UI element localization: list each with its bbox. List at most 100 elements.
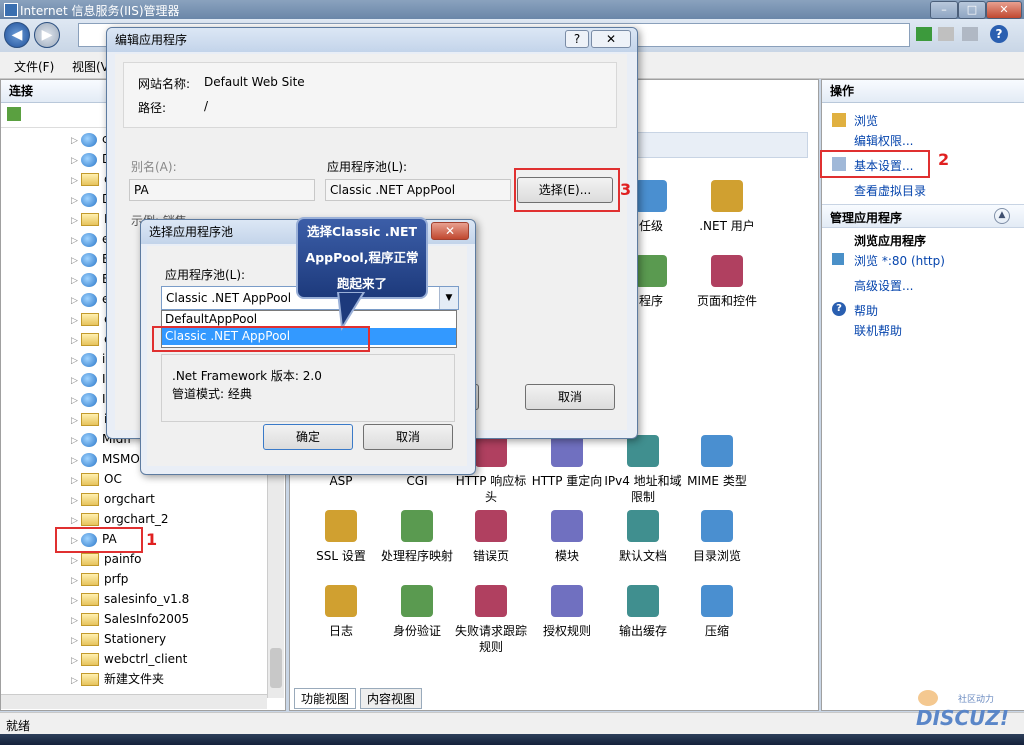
tree-item[interactable]: ▷c <box>71 169 111 189</box>
tree-item[interactable]: ▷ I <box>71 369 106 389</box>
tree-item[interactable]: ▷E <box>71 269 110 289</box>
expand-icon[interactable]: ▷ <box>71 331 81 351</box>
select-cancel-button[interactable]: 取消 <box>363 424 453 450</box>
view-tabs: 功能视图 内容视图 <box>294 688 426 709</box>
feature-item[interactable]: 输出缓存 <box>604 585 682 639</box>
tree-item[interactable]: ▷ orgchart_2 <box>71 509 169 529</box>
action-advanced-settings[interactable]: 高级设置... <box>854 277 913 294</box>
expand-icon[interactable]: ▷ <box>71 391 81 411</box>
expand-icon[interactable]: ▷ <box>71 171 81 191</box>
expand-icon[interactable]: ▷ <box>71 671 81 691</box>
tree-hscrollbar[interactable] <box>1 694 267 709</box>
chevron-down-icon[interactable]: ▼ <box>439 287 458 309</box>
expand-icon[interactable]: ▷ <box>71 651 81 671</box>
expand-icon[interactable]: ▷ <box>71 131 81 151</box>
alias-input[interactable]: PA <box>129 179 315 201</box>
feature-item[interactable]: 压缩 <box>678 585 756 639</box>
menu-file[interactable]: 文件(F) <box>14 58 54 75</box>
forward-icon[interactable]: ▶ <box>34 22 60 48</box>
menu-view[interactable]: 视图(V <box>72 58 109 75</box>
feature-item[interactable]: 目录浏览 <box>678 510 756 564</box>
tree-item[interactable]: ▷ 新建文件夹 <box>71 669 164 689</box>
refresh-icon[interactable] <box>916 27 932 41</box>
tree-item[interactable]: ▷c <box>71 129 109 149</box>
folder-icon <box>81 413 99 426</box>
expand-icon[interactable]: ▷ <box>71 631 81 651</box>
maximize-icon[interactable]: □ <box>958 1 986 19</box>
tree-item[interactable]: ▷ prfp <box>71 569 128 589</box>
tab-content-view[interactable]: 内容视图 <box>360 688 423 709</box>
action-browse-80[interactable]: 浏览 *:80 (http) <box>854 252 945 269</box>
feature-label: 错误页 <box>472 549 509 563</box>
tree-item[interactable]: ▷ MSMO <box>71 449 140 469</box>
feature-item[interactable]: IPv4 地址和域限制 <box>604 435 682 505</box>
back-icon[interactable]: ◀ <box>4 22 30 48</box>
callout-line-2: AppPool,程序正常 <box>305 250 419 265</box>
feature-item[interactable]: 日志 <box>302 585 380 639</box>
expand-icon[interactable]: ▷ <box>71 551 81 571</box>
feature-item[interactable]: 处理程序映射 <box>378 510 456 564</box>
action-help[interactable]: 帮助 <box>854 302 878 319</box>
expand-icon[interactable]: ▷ <box>71 211 81 231</box>
expand-icon[interactable]: ▷ <box>71 191 81 211</box>
expand-icon[interactable]: ▷ <box>71 491 81 511</box>
tree-item[interactable]: ▷ salesinfo_v1.8 <box>71 589 189 609</box>
close-icon[interactable]: ✕ <box>986 1 1022 19</box>
tree-item[interactable]: ▷ Stationery <box>71 629 166 649</box>
expand-icon[interactable]: ▷ <box>71 411 81 431</box>
select-ok-button[interactable]: 确定 <box>263 424 353 450</box>
expand-icon[interactable]: ▷ <box>71 271 81 291</box>
feature-item[interactable]: 失败请求跟踪规则 <box>452 585 530 655</box>
feature-item[interactable]: 默认文档 <box>604 510 682 564</box>
tree-item[interactable]: ▷e <box>71 229 109 249</box>
tree-item[interactable]: ▷i <box>71 349 105 369</box>
feature-item[interactable]: SSL 设置 <box>302 510 380 564</box>
manage-app-section[interactable]: 管理应用程序 ▲ <box>822 204 1024 228</box>
feature-item[interactable]: 页面和控件 <box>688 255 766 309</box>
tree-item[interactable]: ▷ orgchart <box>71 489 155 509</box>
feature-item[interactable]: 身份验证 <box>378 585 456 639</box>
dialog-help-icon[interactable]: ? <box>565 30 589 48</box>
help-icon[interactable]: ? <box>990 25 1008 43</box>
minimize-icon[interactable]: – <box>930 1 958 19</box>
expand-icon[interactable]: ▷ <box>71 431 81 451</box>
tree-item[interactable]: ▷ OC <box>71 469 122 489</box>
dialog-close-icon[interactable]: ✕ <box>591 30 631 48</box>
action-online-help[interactable]: 联机帮助 <box>854 322 902 339</box>
tree-item[interactable]: ▷ I <box>71 389 106 409</box>
select-close-icon[interactable]: ✕ <box>431 222 469 240</box>
expand-icon[interactable]: ▷ <box>71 151 81 171</box>
feature-item[interactable]: MIME 类型 <box>678 435 756 489</box>
connect-icon[interactable] <box>7 107 21 121</box>
feature-item[interactable]: 模块 <box>528 510 606 564</box>
expand-icon[interactable]: ▷ <box>71 471 81 491</box>
expand-icon[interactable]: ▷ <box>71 451 81 471</box>
feature-item[interactable]: 授权规则 <box>528 585 606 639</box>
action-edit-permissions[interactable]: 编辑权限... <box>854 132 913 149</box>
expand-icon[interactable]: ▷ <box>71 571 81 591</box>
expand-icon[interactable]: ▷ <box>71 351 81 371</box>
collapse-icon[interactable]: ▲ <box>994 208 1010 224</box>
feature-item[interactable]: HTTP 重定向 <box>528 435 606 489</box>
tree-item[interactable]: ▷e <box>71 289 109 309</box>
expand-icon[interactable]: ▷ <box>71 291 81 311</box>
stop-icon[interactable] <box>938 27 954 41</box>
tab-features-view[interactable]: 功能视图 <box>294 688 357 709</box>
expand-icon[interactable]: ▷ <box>71 371 81 391</box>
expand-icon[interactable]: ▷ <box>71 591 81 611</box>
expand-icon[interactable]: ▷ <box>71 611 81 631</box>
expand-icon[interactable]: ▷ <box>71 311 81 331</box>
feature-label: 模块 <box>554 549 579 563</box>
tree-item[interactable]: ▷ SalesInfo2005 <box>71 609 189 629</box>
action-view-virtual-dirs[interactable]: 查看虚拟目录 <box>854 182 926 199</box>
feature-item[interactable]: 错误页 <box>452 510 530 564</box>
home-icon[interactable] <box>962 27 978 41</box>
feature-item[interactable]: .NET 用户 <box>688 180 766 234</box>
expand-icon[interactable]: ▷ <box>71 251 81 271</box>
expand-icon[interactable]: ▷ <box>71 231 81 251</box>
tree-item[interactable]: ▷i <box>71 409 107 429</box>
edit-cancel-button[interactable]: 取消 <box>525 384 615 410</box>
tree-item[interactable]: ▷E <box>71 249 110 269</box>
tree-item[interactable]: ▷ webctrl_client <box>71 649 187 669</box>
action-browse[interactable]: 浏览 <box>854 112 878 129</box>
